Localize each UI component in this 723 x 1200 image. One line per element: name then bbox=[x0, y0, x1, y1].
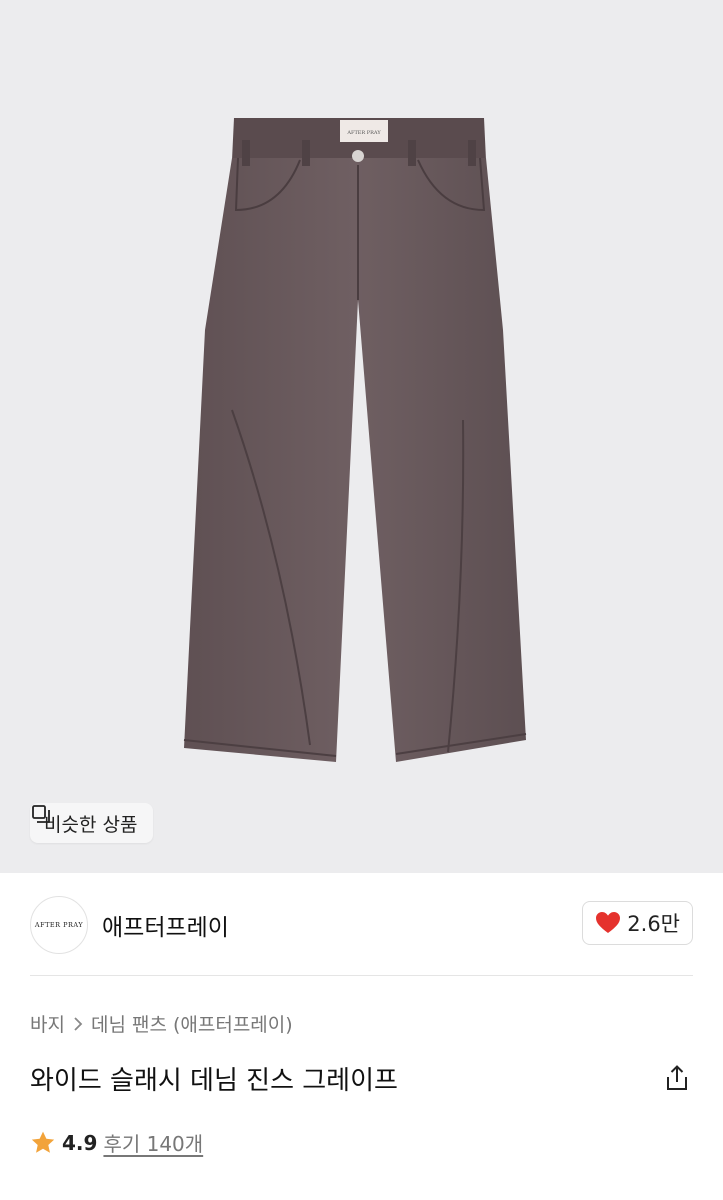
rating-score: 4.9 bbox=[62, 1130, 98, 1155]
similar-products-button[interactable]: 비슷한 상품 bbox=[30, 803, 154, 843]
reviews-link[interactable]: 후기 140개 bbox=[103, 1128, 203, 1157]
product-title: 와이드 슬래시 데님 진스 그레이프 bbox=[30, 1066, 398, 1096]
chevron-right-icon bbox=[74, 1016, 83, 1031]
breadcrumb-item-category[interactable]: 바지 bbox=[30, 1010, 65, 1037]
like-count: 2.6만 bbox=[627, 912, 680, 936]
product-label-text: AFTER PRAY bbox=[346, 130, 381, 136]
divider bbox=[30, 975, 693, 976]
similar-products-label: 비슷한 상품 bbox=[44, 813, 138, 836]
product-image-area[interactable]: AFTER PRAY 비슷한 상품 bbox=[0, 0, 723, 873]
share-button[interactable] bbox=[661, 1062, 693, 1094]
like-button[interactable]: 2.6만 bbox=[582, 901, 693, 945]
breadcrumb: 바지 데님 팬츠 (애프터프레이) bbox=[30, 1010, 293, 1037]
brand-row: AFTER PRAY 애프터프레이 2.6만 bbox=[0, 873, 723, 976]
brand-logo[interactable]: AFTER PRAY bbox=[30, 896, 88, 954]
product-image: AFTER PRAY bbox=[183, 118, 527, 762]
similar-icon bbox=[32, 805, 50, 823]
breadcrumb-item-subcategory[interactable]: 데님 팬츠 (애프터프레이) bbox=[91, 1010, 293, 1037]
star-icon bbox=[31, 1131, 55, 1153]
brand-name[interactable]: 애프터프레이 bbox=[102, 908, 229, 942]
brand-logo-text: AFTER PRAY bbox=[34, 921, 84, 929]
heart-icon bbox=[596, 912, 621, 933]
share-icon bbox=[667, 1065, 687, 1090]
rating-row: 4.9 후기 140개 bbox=[30, 1128, 203, 1157]
